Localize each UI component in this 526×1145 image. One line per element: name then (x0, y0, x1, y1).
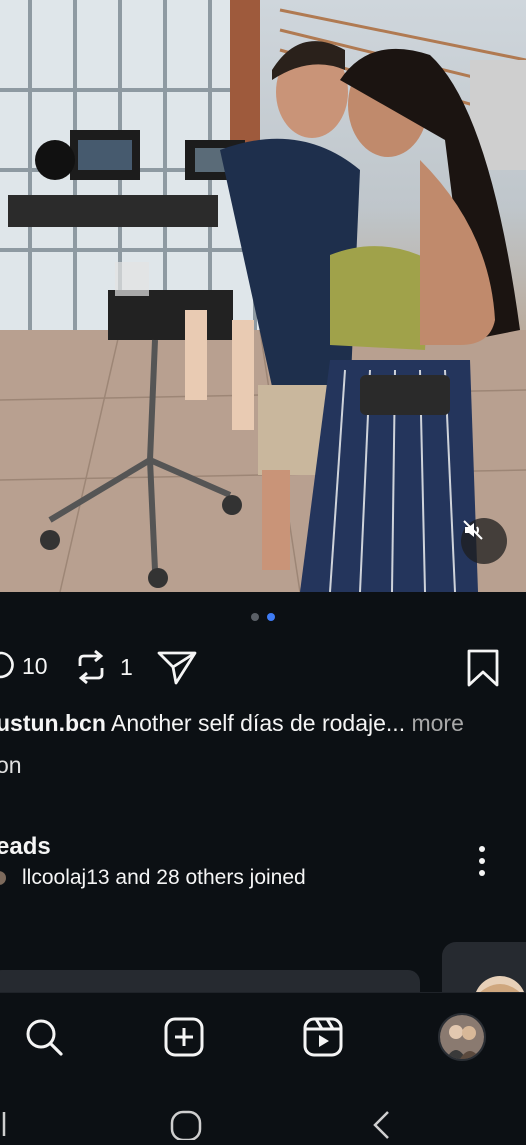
post-caption: ustun.bcn Another self días de rodaje...… (0, 710, 526, 737)
speaker-muted-icon (463, 520, 483, 540)
search-icon (26, 1019, 63, 1056)
threads-joined-row[interactable]: llcoolaj13 and 28 others joined (0, 866, 306, 890)
repost-button[interactable]: 1 (74, 648, 133, 686)
caption-text: Another self días de rodaje... (105, 710, 406, 736)
repost-count: 1 (120, 653, 133, 680)
more-options-button[interactable] (472, 843, 492, 879)
more-vertical-icon (479, 846, 485, 876)
carousel-dot-active (267, 613, 275, 621)
profile-picture (440, 1015, 484, 1059)
nav-reels[interactable] (299, 1013, 347, 1061)
system-navigation-bar (0, 1078, 526, 1142)
save-button[interactable] (465, 648, 501, 688)
bookmark-icon (467, 649, 499, 687)
avatar (438, 1013, 486, 1061)
carousel-indicator (0, 613, 526, 621)
repost-icon (78, 649, 104, 685)
back-icon (373, 1111, 389, 1139)
comment-button[interactable]: 10 (0, 650, 48, 682)
nav-create[interactable] (160, 1013, 208, 1061)
comment-icon (0, 651, 14, 679)
send-icon (157, 651, 197, 685)
caption-username[interactable]: ustun.bcn (0, 710, 106, 736)
reels-icon (303, 1017, 343, 1057)
share-button[interactable] (156, 650, 198, 686)
system-nav-buttons (2, 1110, 389, 1142)
plus-square-icon (164, 1017, 204, 1057)
post-photo-illustration (0, 0, 526, 592)
post-image[interactable] (0, 0, 526, 592)
post-actions: 10 1 (0, 646, 514, 690)
nav-profile[interactable] (438, 1013, 486, 1061)
caption-second-line: on (0, 752, 22, 778)
carousel-dot (251, 613, 259, 621)
nav-search[interactable] (20, 1013, 68, 1061)
caption-more-link[interactable]: more (405, 710, 463, 736)
mute-button[interactable] (461, 518, 507, 564)
threads-title: eads (0, 833, 51, 860)
threads-joined-text: llcoolaj13 and 28 others joined (22, 866, 306, 889)
bottom-navigation (0, 992, 526, 1079)
comment-count: 10 (22, 652, 48, 679)
avatar (0, 871, 6, 885)
home-icon (170, 1110, 202, 1142)
